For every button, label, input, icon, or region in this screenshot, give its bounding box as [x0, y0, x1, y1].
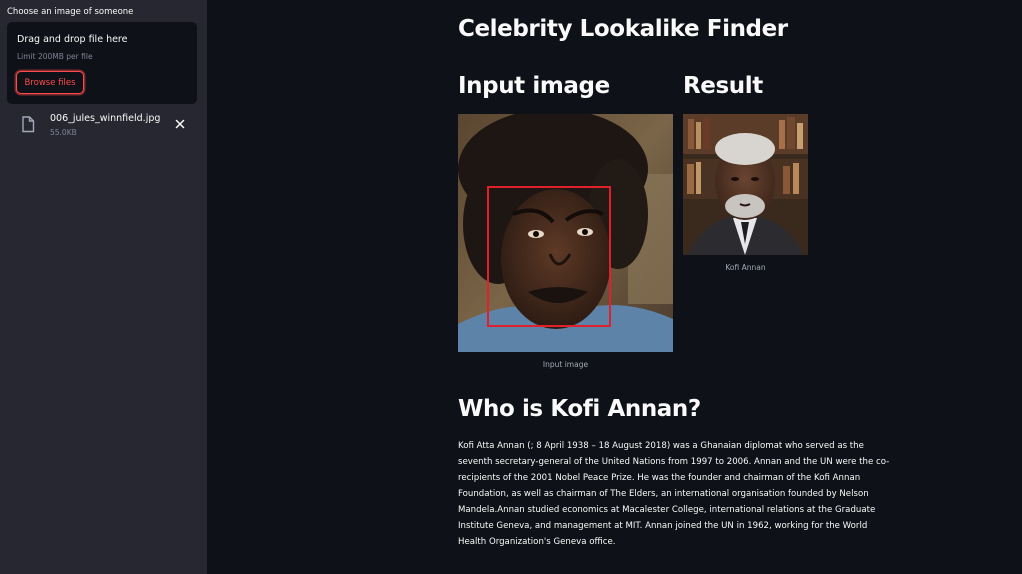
browse-files-button[interactable]: Browse files — [16, 71, 84, 94]
who-is-heading: Who is Kofi Annan? — [458, 396, 701, 422]
sidebar: Choose an image of someone Drag and drop… — [0, 0, 207, 574]
page-title: Celebrity Lookalike Finder — [458, 16, 788, 42]
input-image-caption: Input image — [542, 360, 589, 369]
dropzone-limit: Limit 200MB per file — [17, 52, 93, 61]
uploader-label: Choose an image of someone — [7, 7, 134, 17]
dropzone-title: Drag and drop file here — [17, 34, 128, 45]
file-name: 006_jules_winnfield.jpg — [50, 113, 161, 124]
result-heading: Result — [683, 73, 763, 99]
bio-paragraph: Kofi Atta Annan (; 8 April 1938 – 18 Aug… — [458, 441, 890, 547]
result-portrait-photo — [683, 114, 808, 255]
result-image-caption: Kofi Annan — [725, 263, 766, 272]
file-icon — [22, 116, 35, 133]
close-icon[interactable] — [174, 118, 186, 130]
result-image — [683, 114, 808, 255]
input-image-heading: Input image — [458, 73, 610, 99]
input-portrait-photo — [458, 114, 673, 352]
file-dropzone[interactable]: Drag and drop file here Limit 200MB per … — [7, 22, 197, 104]
file-size: 55.0KB — [50, 128, 77, 137]
uploaded-file: 006_jules_winnfield.jpg 55.0KB — [7, 110, 197, 140]
input-image — [458, 114, 673, 352]
